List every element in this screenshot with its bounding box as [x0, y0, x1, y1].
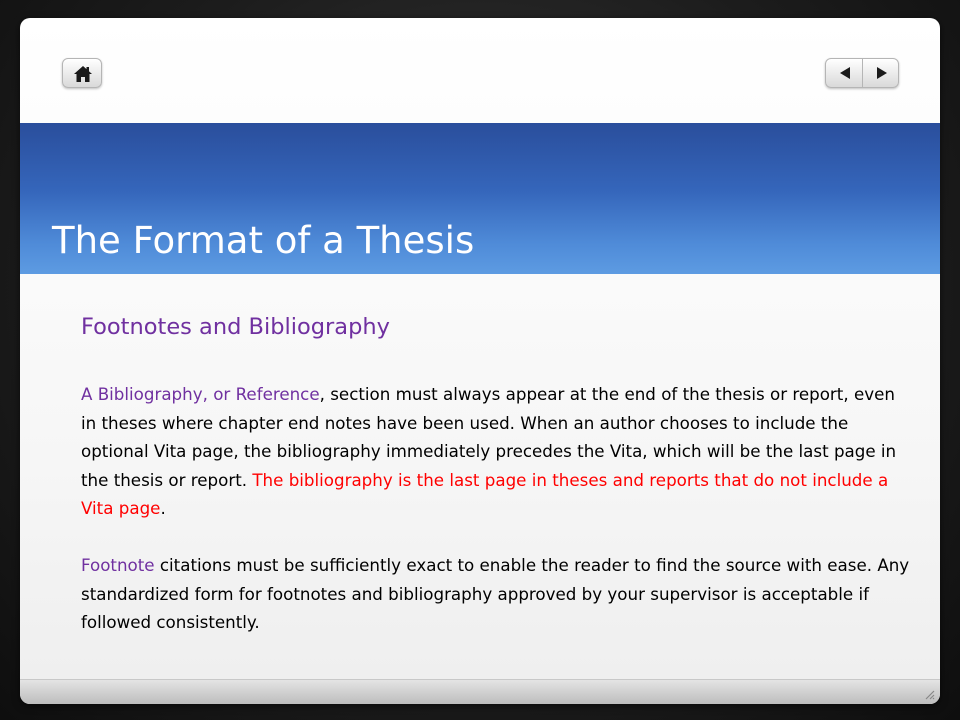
slide-title: The Format of a Thesis: [52, 219, 475, 262]
status-bar: [20, 679, 940, 704]
previous-slide-button[interactable]: [826, 59, 862, 87]
footnote-term: Footnote: [81, 555, 155, 575]
triangle-right-icon: [876, 67, 887, 79]
home-icon: [74, 66, 92, 82]
slide-navigation: [825, 58, 899, 88]
body-text: A Bibliography, or Reference, section mu…: [81, 380, 911, 637]
bibliography-term: A Bibliography, or Reference: [81, 384, 320, 404]
triangle-left-icon: [840, 67, 850, 79]
home-button[interactable]: [62, 58, 102, 88]
section-subtitle: Footnotes and Bibliography: [81, 314, 390, 340]
footnote-paragraph: Footnote citations must be sufficiently …: [81, 551, 911, 637]
footnote-text: citations must be sufficiently exact to …: [81, 555, 910, 632]
bibliography-paragraph: A Bibliography, or Reference, section mu…: [81, 380, 911, 523]
title-band: The Format of a Thesis: [20, 123, 940, 274]
next-slide-button[interactable]: [861, 59, 899, 87]
slide-card: The Format of a Thesis Footnotes and Bib…: [20, 18, 940, 704]
bibliography-end: .: [160, 498, 166, 518]
resize-grip-icon[interactable]: [923, 688, 935, 700]
